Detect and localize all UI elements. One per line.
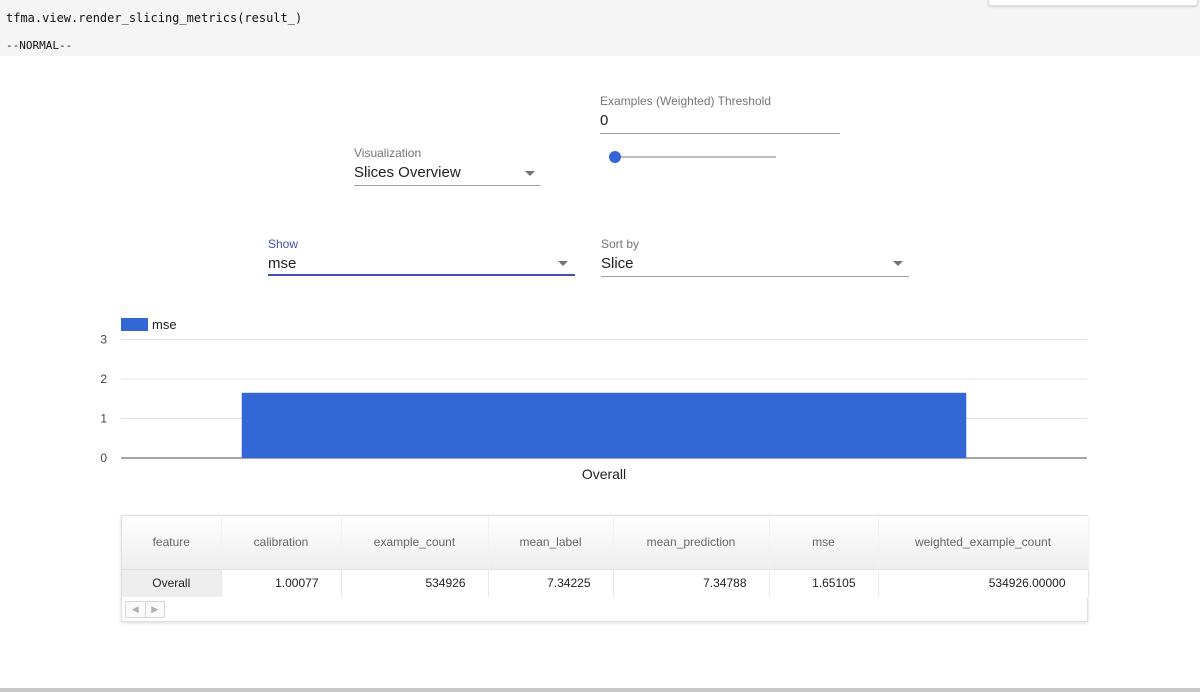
table-header-row: feature calibration example_count mean_labe… bbox=[122, 516, 1089, 569]
column-header[interactable]: mse bbox=[769, 516, 879, 569]
cell-toolbar[interactable] bbox=[988, 0, 1198, 6]
table-cell: 1.00077 bbox=[221, 568, 342, 597]
table-cell: 534926.00000 bbox=[878, 568, 1089, 597]
scroll-left-icon[interactable]: ◀ bbox=[126, 602, 145, 617]
chevron-down-icon[interactable] bbox=[893, 261, 903, 266]
column-header[interactable]: mean_label bbox=[488, 516, 614, 569]
legend-label: mse bbox=[152, 317, 177, 332]
threshold-underline bbox=[600, 133, 840, 134]
chevron-down-icon[interactable] bbox=[558, 261, 568, 266]
threshold-slider-handle[interactable] bbox=[609, 151, 621, 163]
table-cell: 7.34225 bbox=[488, 568, 614, 597]
x-tick-label: Overall bbox=[582, 466, 626, 482]
table-cell: Overall bbox=[122, 568, 222, 597]
vim-mode-indicator: --NORMAL-- bbox=[6, 39, 73, 52]
column-header[interactable]: calibration bbox=[221, 516, 342, 569]
show-select[interactable]: mse bbox=[268, 255, 296, 272]
show-underline bbox=[268, 274, 575, 276]
column-header[interactable]: feature bbox=[122, 516, 222, 569]
sort-by-underline bbox=[601, 276, 909, 277]
code-cell[interactable]: tfma.view.render_slicing_metrics(result_… bbox=[0, 0, 1200, 56]
threshold-label: Examples (Weighted) Threshold bbox=[600, 94, 771, 108]
column-header[interactable]: mean_prediction bbox=[613, 516, 770, 569]
page-bottom-border bbox=[0, 688, 1200, 692]
code-line[interactable]: tfma.view.render_slicing_metrics(result_… bbox=[6, 11, 302, 25]
bar[interactable] bbox=[241, 392, 967, 458]
table-cell: 7.34788 bbox=[613, 568, 770, 597]
chevron-down-icon[interactable] bbox=[525, 171, 535, 176]
column-header[interactable]: example_count bbox=[341, 516, 489, 569]
y-tick-label: 1 bbox=[100, 412, 107, 426]
metrics-table: feature calibration example_count mean_labe… bbox=[121, 515, 1089, 622]
visualization-label: Visualization bbox=[354, 146, 422, 160]
y-tick-label: 3 bbox=[100, 333, 107, 347]
legend-swatch bbox=[121, 318, 148, 331]
scroll-right-icon[interactable]: ▶ bbox=[144, 602, 165, 617]
table-cell: 534926 bbox=[341, 568, 489, 597]
table-row: Overall 1.00077 534926 7.34225 7.34788 1.6510… bbox=[122, 568, 1089, 597]
sort-by-select[interactable]: Slice bbox=[601, 255, 634, 272]
mse-bar-chart: mse 0 1 2 3 Overall bbox=[100, 317, 1087, 482]
threshold-input[interactable]: 0 bbox=[600, 112, 608, 129]
column-header[interactable]: weighted_example_count bbox=[878, 516, 1089, 569]
sort-by-label: Sort by bbox=[601, 237, 640, 251]
y-tick-label: 0 bbox=[100, 451, 107, 465]
show-label: Show bbox=[268, 237, 299, 251]
table-cell: 1.65105 bbox=[769, 568, 879, 597]
y-tick-label: 2 bbox=[100, 372, 107, 386]
threshold-slider-track[interactable] bbox=[615, 156, 776, 158]
table-scroll-controls[interactable]: ◀ ▶ bbox=[125, 601, 165, 618]
visualization-select[interactable]: Slices Overview bbox=[354, 164, 461, 181]
visualization-underline bbox=[354, 185, 540, 186]
